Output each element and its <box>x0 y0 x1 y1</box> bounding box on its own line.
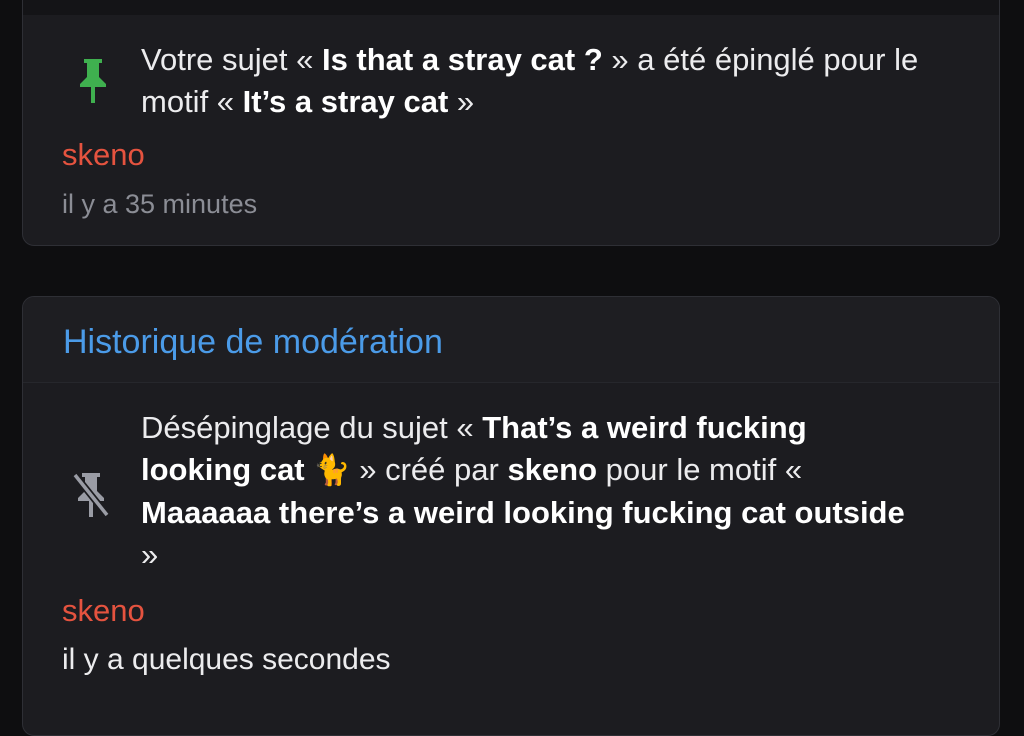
author-name[interactable]: skeno <box>62 593 145 629</box>
pin-icon <box>75 57 115 107</box>
moderation-history-title: Historique de modération <box>23 297 999 383</box>
message-text: » <box>448 84 475 119</box>
unpin-icon <box>71 471 111 521</box>
message-text: pour le motif « <box>597 452 803 487</box>
message-text: Désépinglage du sujet « <box>141 410 483 445</box>
moderation-message: Désépinglage du sujet « That’s a weird f… <box>141 407 921 576</box>
unpin-reason: Maaaaaa there’s a weird looking fucking … <box>141 495 905 530</box>
pin-reason: It’s a stray cat <box>242 84 449 119</box>
timestamp: il y a quelques secondes <box>62 643 391 676</box>
card-top-strip <box>23 0 999 15</box>
topic-title[interactable]: Is that a stray cat ? <box>322 42 603 77</box>
author-name[interactable]: skeno <box>62 137 145 173</box>
topic-creator[interactable]: skeno <box>507 452 597 487</box>
message-text: » créé par <box>350 452 508 487</box>
pin-message: Votre sujet « Is that a stray cat ? » a … <box>141 39 921 123</box>
moderation-history-card: Historique de modération Désépinglage du… <box>22 296 1000 736</box>
notification-card: Votre sujet « Is that a stray cat ? » a … <box>22 0 1000 246</box>
timestamp: il y a 35 minutes <box>62 189 258 219</box>
message-text: » <box>141 537 159 572</box>
message-text: Votre sujet « <box>141 42 322 77</box>
cat-emoji: 🐈 <box>313 453 351 488</box>
